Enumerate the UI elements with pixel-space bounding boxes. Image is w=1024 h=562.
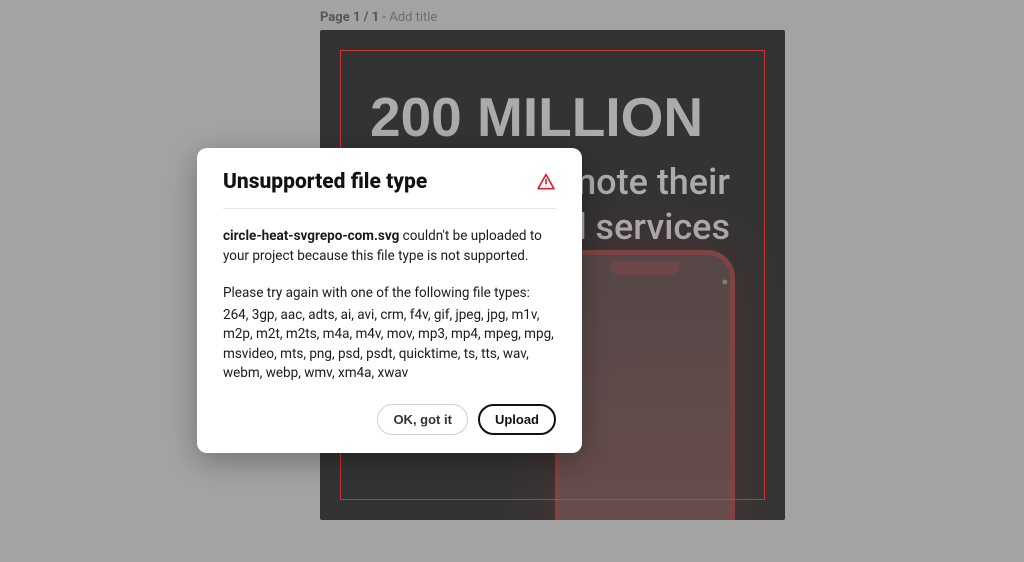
dialog-types-intro: Please try again with one of the followi… bbox=[223, 284, 556, 304]
dialog-header: Unsupported file type bbox=[223, 170, 556, 209]
unsupported-file-dialog: Unsupported file type circle-heat-svgrep… bbox=[197, 148, 582, 453]
upload-button[interactable]: Upload bbox=[478, 404, 556, 435]
dialog-message: circle-heat-svgrepo-com.svg couldn't be … bbox=[223, 227, 556, 266]
dialog-body: circle-heat-svgrepo-com.svg couldn't be … bbox=[223, 209, 556, 384]
warning-icon bbox=[536, 172, 556, 192]
dialog-filename: circle-heat-svgrepo-com.svg bbox=[223, 228, 399, 244]
dialog-types-list: 264, 3gp, aac, adts, ai, avi, crm, f4v, … bbox=[223, 306, 556, 384]
dialog-title: Unsupported file type bbox=[223, 170, 427, 194]
ok-button[interactable]: OK, got it bbox=[377, 404, 468, 435]
dialog-footer: OK, got it Upload bbox=[223, 404, 556, 435]
